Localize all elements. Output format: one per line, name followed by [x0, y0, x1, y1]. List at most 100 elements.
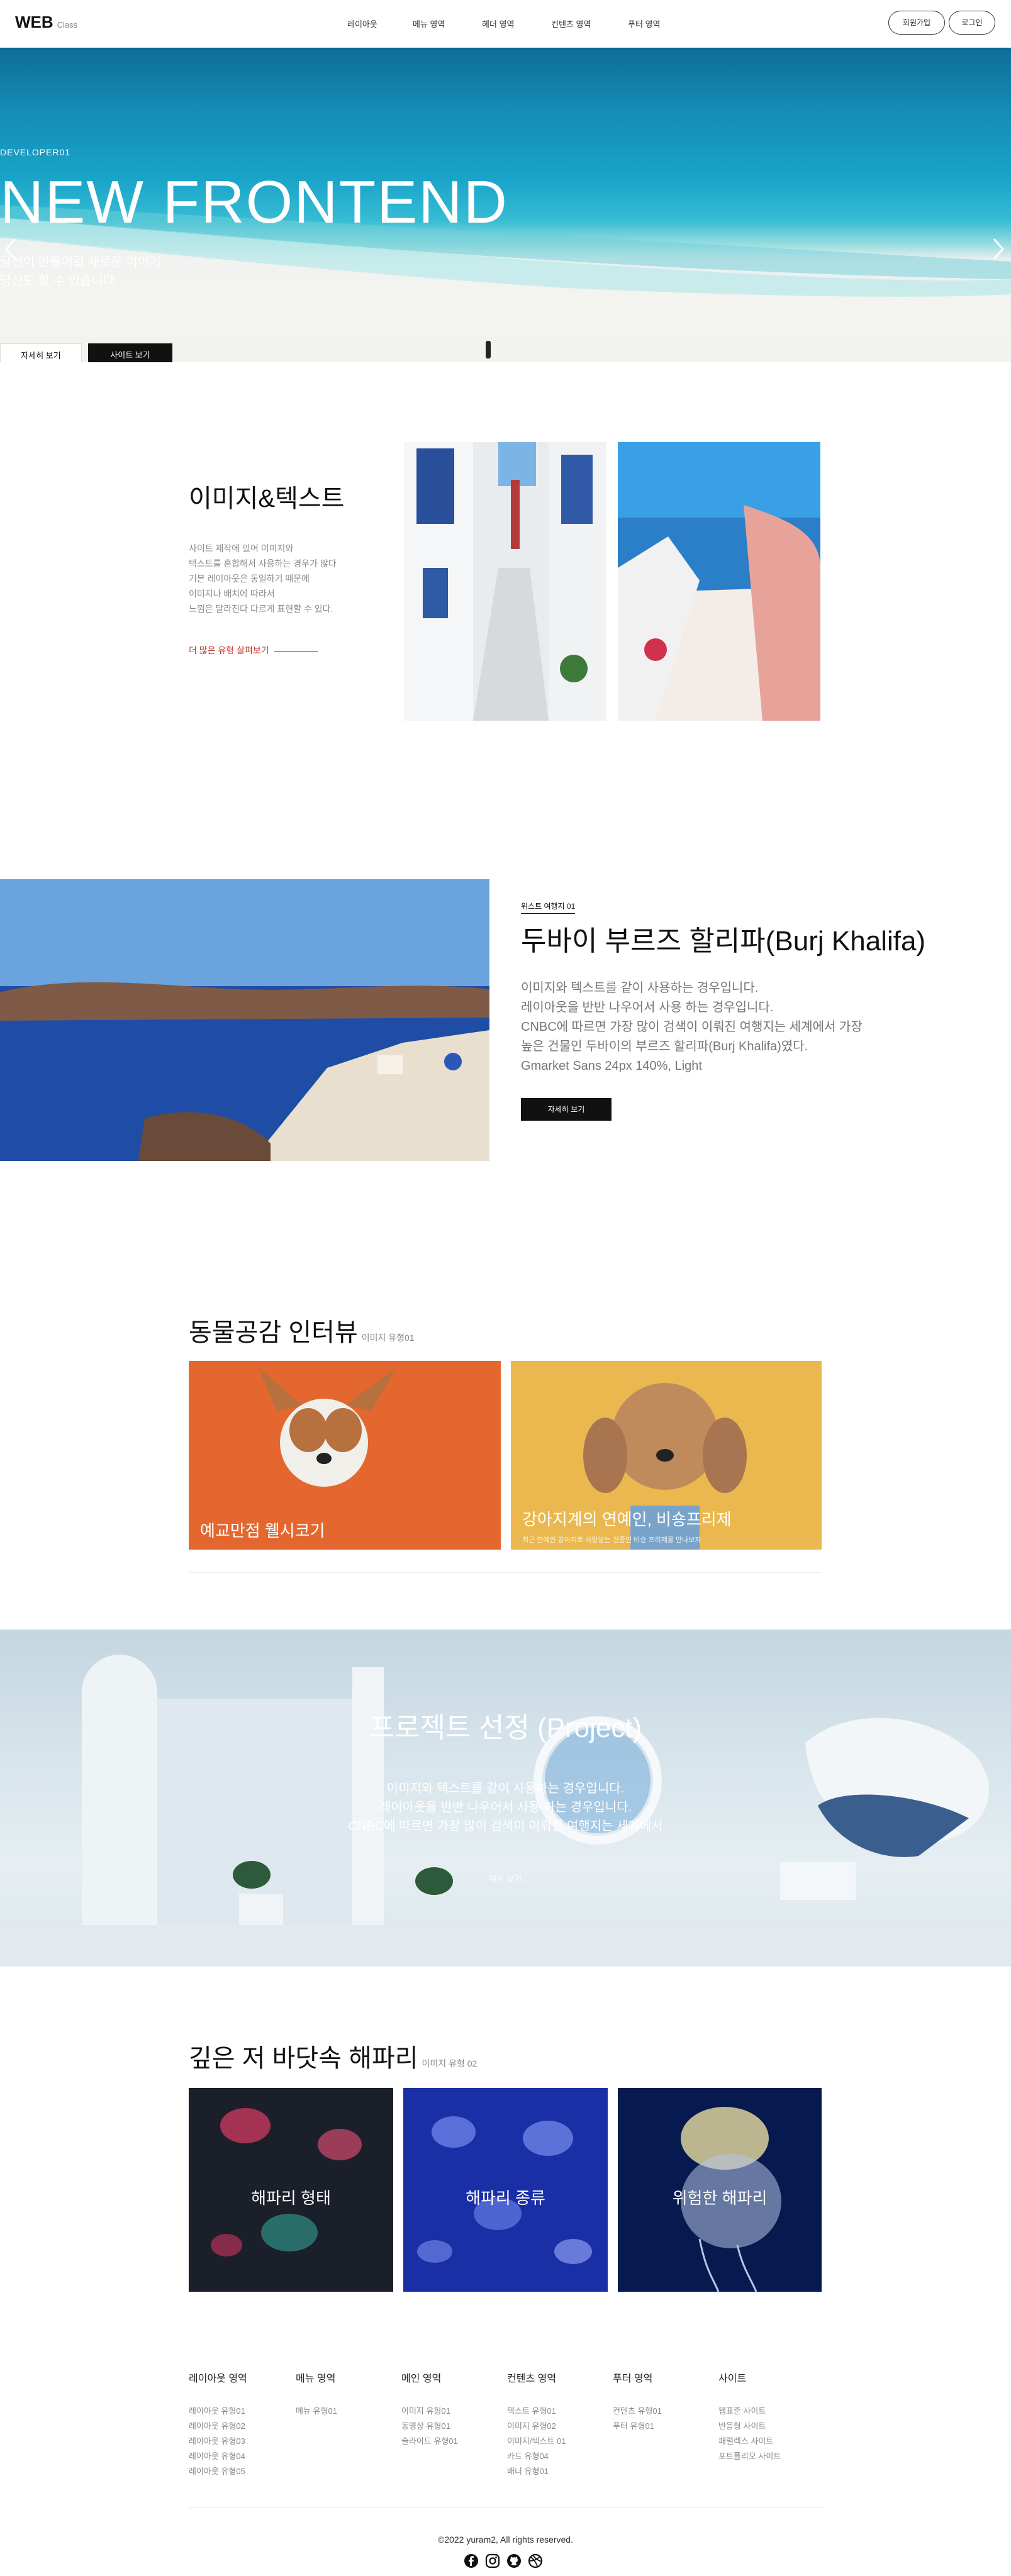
- nav-content[interactable]: 컨텐츠 영역: [551, 18, 591, 30]
- jelly-card-types[interactable]: 해파리 종류: [403, 2088, 608, 2292]
- imagetext-more-label: 더 많은 유형 살펴보기: [189, 645, 269, 655]
- imagetext-description: 사이트 제작에 있어 이미지와 텍스트를 혼합해서 사용하는 경우가 많다 기본…: [189, 541, 337, 616]
- santorini-stairs-image: [618, 442, 820, 721]
- site-header: WEB Class 레이아웃 메뉴 영역 헤더 영역 컨텐츠 영역 푸터 영역 회…: [0, 0, 1011, 48]
- github-icon[interactable]: [506, 2553, 522, 2568]
- imagetext-desc-line: 사이트 제작에 있어 이미지와: [189, 543, 294, 553]
- animals-subtitle: 이미지 유형01: [361, 1333, 415, 1343]
- hero-site-button[interactable]: 사이트 보기: [88, 343, 172, 362]
- santorini-coast-image: [0, 879, 489, 1161]
- footer-link[interactable]: 레이아웃 유형05: [189, 2464, 245, 2479]
- footer-link[interactable]: 레이아웃 유형03: [189, 2434, 245, 2449]
- footer-link[interactable]: 텍스트 유형01: [507, 2404, 566, 2419]
- nav-layout[interactable]: 레이아웃: [347, 18, 377, 30]
- imagetext-desc-line: 기본 레이아웃은 동일하기 때문에: [189, 574, 310, 584]
- hero-subtitle: DEVELOPER01: [0, 147, 71, 157]
- jelly-title: 깊은 저 바닷속 해파리 이미지 유형 02: [189, 2038, 477, 2074]
- project-example-button[interactable]: 예시 보기: [0, 1872, 1011, 1884]
- signup-button[interactable]: 회원가입: [888, 11, 945, 35]
- imagetext-desc-line: 이미지나 배치에 따라서: [189, 589, 275, 599]
- hero-title: NEW FRONTEND: [0, 169, 508, 236]
- nav-menu[interactable]: 메뉴 영역: [413, 18, 445, 30]
- nav-header[interactable]: 헤더 영역: [482, 18, 514, 30]
- footer-link[interactable]: 포트폴리오 사이트: [718, 2449, 781, 2464]
- santorini-alley-image: [404, 442, 606, 721]
- imagetext-more-link[interactable]: 더 많은 유형 살펴보기: [189, 644, 318, 657]
- nav-footer[interactable]: 푸터 영역: [628, 18, 660, 30]
- login-button[interactable]: 로그인: [949, 11, 995, 35]
- logo[interactable]: WEB Class: [15, 13, 77, 32]
- burj-desc-line: 이미지와 텍스트를 같이 사용하는 경우입니다.: [521, 981, 759, 995]
- burj-desc-line: CNBC에 따르면 가장 많이 검색이 이뤄진 여행지는 세계에서 가장: [521, 1020, 863, 1034]
- burj-desc-line: 레이아웃을 반반 나우어서 사용 하는 경우입니다.: [521, 1001, 774, 1014]
- footer-link[interactable]: 컨텐츠 유형01: [613, 2404, 662, 2419]
- imagetext-desc-line: 느낌은 달라진다 다르게 표현할 수 있다.: [189, 604, 333, 614]
- footer-link[interactable]: 카드 유형04: [507, 2449, 566, 2464]
- burj-more-button[interactable]: 자세히 보기: [521, 1098, 612, 1121]
- animal-card-bichon[interactable]: 강아지계의 연예인, 비숑프리제 최근 연예인 강아지로 사랑받는 견종인 비숑…: [511, 1361, 822, 1550]
- burj-desc-line: Gmarket Sans 24px 140%, Light: [521, 1059, 702, 1073]
- animals-title: 동물공감 인터뷰 이미지 유형01: [189, 1312, 415, 1348]
- jelly-card-caption: 해파리 종류: [466, 2189, 545, 2207]
- divider: [189, 1572, 822, 1573]
- footer-column-title: 메인 영역: [401, 2373, 442, 2384]
- footer-link[interactable]: 웹표준 사이트: [718, 2404, 781, 2419]
- chevron-right-icon[interactable]: [991, 236, 1005, 268]
- logo-text: WEB: [15, 13, 53, 31]
- footer-column-list: 웹표준 사이트 반응형 사이트 패럴렉스 사이트 포트폴리오 사이트: [718, 2404, 781, 2464]
- burj-title: 두바이 부르즈 할리파(Burj Khalifa): [521, 926, 926, 957]
- copyright: ©2022 yuram2, All rights reserved.: [438, 2534, 573, 2545]
- footer-link[interactable]: 반응형 사이트: [718, 2419, 781, 2434]
- project-desc-line: CNBC에 따르면 가장 많이 검색이 이뤄진 여행지는 세계에서: [348, 1819, 663, 1833]
- animal-card-caption: 예교만점 웰시코기: [200, 1521, 325, 1540]
- hero-description-line1: 당신이 만들어갈 새로운 이야기: [0, 255, 161, 269]
- hero-slider: DEVELOPER01 NEW FRONTEND 당신이 만들어갈 새로운 이야…: [0, 48, 1011, 362]
- footer-link[interactable]: 패럴렉스 사이트: [718, 2434, 781, 2449]
- arrow-line-icon: [274, 650, 318, 652]
- jelly-card-danger[interactable]: 위험한 해파리: [618, 2088, 822, 2292]
- animal-card-corgi[interactable]: 예교만점 웰시코기: [189, 1361, 501, 1550]
- beach-person: [486, 341, 491, 358]
- footer-column-list: 레이아웃 유형01 레이아웃 유형02 레이아웃 유형03 레이아웃 유형04 …: [189, 2404, 245, 2479]
- instagram-icon[interactable]: [485, 2553, 500, 2568]
- imagetext-desc-line: 텍스트를 혼합해서 사용하는 경우가 많다: [189, 558, 337, 569]
- jelly-title-text: 깊은 저 바닷속 해파리: [189, 2045, 418, 2072]
- animal-card-caption: 강아지계의 연예인, 비숑프리제: [522, 1510, 732, 1529]
- project-banner: 프로젝트 선정 (Project) 이미지와 텍스트를 같이 사용하는 경우입니…: [0, 1629, 1011, 1967]
- hero-more-button[interactable]: 자세히 보기: [0, 343, 82, 362]
- footer-link[interactable]: 레이아웃 유형02: [189, 2419, 245, 2434]
- jelly-card-shape[interactable]: 해파리 형태: [189, 2088, 393, 2292]
- footer-column-list: 컨텐츠 유형01 푸터 유형01: [613, 2404, 662, 2434]
- project-desc-line: 이미지와 텍스트를 같이 사용하는 경우입니다.: [386, 1782, 625, 1796]
- imagetext-title: 이미지&텍스트: [189, 485, 345, 513]
- burj-badge: 위스트 여행지 01: [521, 901, 576, 914]
- hero-description-line2: 당신도 할 수 있습니다.: [0, 274, 118, 288]
- footer-column-list: 텍스트 유형01 이미지 유형02 이미지/텍스트 01 카드 유형04 배너 …: [507, 2404, 566, 2479]
- footer-column-list: 이미지 유형01 동영상 유형01 슬라이드 유형01: [401, 2404, 458, 2449]
- animal-card-description: 최근 연예인 강아지로 사랑받는 견종인 비숑 프리제를 만나보자: [522, 1536, 701, 1544]
- project-desc-line: 레이아웃을 반반 나우어서 사용 하는 경우입니다.: [379, 1801, 632, 1814]
- footer-link[interactable]: 동영상 유형01: [401, 2419, 458, 2434]
- dribbble-icon[interactable]: [528, 2553, 543, 2568]
- burj-desc-line: 높은 건물인 두바이의 부르즈 할리파(Burj Khalifa)였다.: [521, 1040, 808, 1053]
- burj-description: 이미지와 텍스트를 같이 사용하는 경우입니다. 레이아웃을 반반 나우어서 사…: [521, 979, 863, 1076]
- footer-column-title: 푸터 영역: [613, 2373, 653, 2384]
- footer-column-list: 메뉴 유형01: [296, 2404, 337, 2419]
- footer-column-title: 컨텐츠 영역: [507, 2373, 557, 2384]
- footer-link[interactable]: 메뉴 유형01: [296, 2404, 337, 2419]
- footer-link[interactable]: 이미지/텍스트 01: [507, 2434, 566, 2449]
- facebook-icon[interactable]: [464, 2553, 479, 2568]
- jelly-card-caption: 해파리 형태: [251, 2189, 331, 2207]
- footer-link[interactable]: 레이아웃 유형01: [189, 2404, 245, 2419]
- footer-column-title: 메뉴 영역: [296, 2373, 336, 2384]
- footer-link[interactable]: 이미지 유형02: [507, 2419, 566, 2434]
- footer-link[interactable]: 배너 유형01: [507, 2464, 566, 2479]
- footer-link[interactable]: 레이아웃 유형04: [189, 2449, 245, 2464]
- footer-link[interactable]: 이미지 유형01: [401, 2404, 458, 2419]
- project-title: 프로젝트 선정 (Project): [369, 1713, 642, 1743]
- footer-link[interactable]: 슬라이드 유형01: [401, 2434, 458, 2449]
- jelly-card-caption: 위험한 해파리: [672, 2189, 768, 2207]
- chevron-left-icon[interactable]: [4, 236, 18, 268]
- logo-sub: Class: [57, 20, 78, 30]
- footer-link[interactable]: 푸터 유형01: [613, 2419, 662, 2434]
